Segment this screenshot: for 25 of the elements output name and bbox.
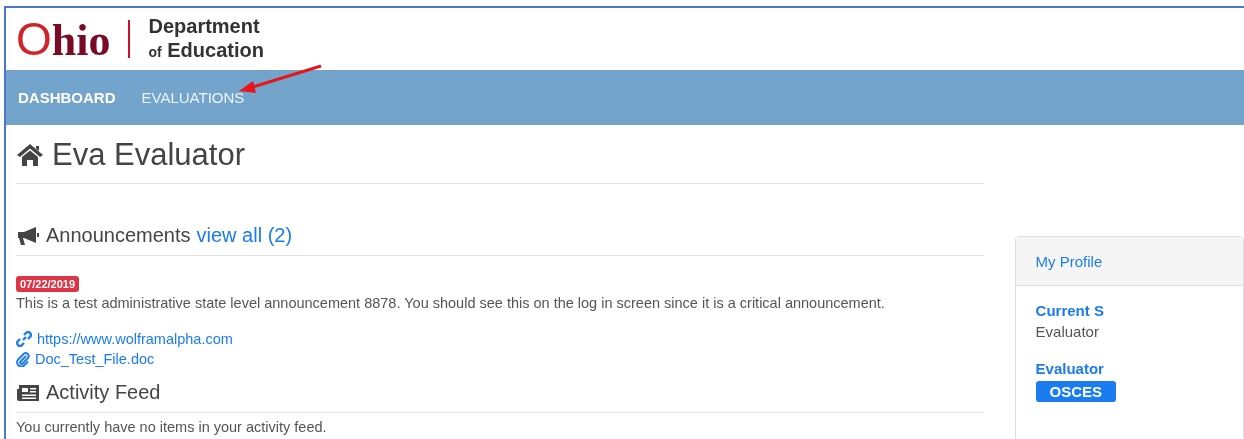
link-icon xyxy=(16,331,32,347)
logo-divider xyxy=(128,20,131,58)
newspaper-icon xyxy=(16,383,40,402)
announcements-heading: Announcements xyxy=(46,224,191,247)
field-value: Evaluator xyxy=(1035,323,1099,340)
nav-tab[interactable]: DASHBOARD xyxy=(18,83,128,112)
field-label: Evaluator xyxy=(1035,360,1104,377)
url-link[interactable]: https://www.wolframalpha.com xyxy=(37,331,233,347)
home-icon xyxy=(16,143,44,167)
paperclip-icon xyxy=(16,351,30,367)
card-header-link[interactable]: My Profile xyxy=(1035,252,1103,270)
type-badge: OSCES xyxy=(1035,381,1117,402)
ohio-logo: Ohio xyxy=(16,15,111,63)
date-badge: 07/22/2019 xyxy=(16,276,80,292)
department-title: Department xyxy=(148,14,261,38)
page-title: Eva Evaluator xyxy=(52,137,245,173)
field-label: Current S xyxy=(1035,302,1104,319)
department-subtitle: of Education xyxy=(148,38,264,63)
empty-feed-message: You currently have no items in your activity feed. xyxy=(16,419,328,435)
announcement-text: This is a test administrative state level announcement 8878. You should see this on the log in screen since it is a critical announcement. xyxy=(16,295,886,311)
view-all-link[interactable]: view all (2) xyxy=(196,224,293,247)
activity-feed-heading: Activity Feed xyxy=(46,381,161,404)
nav-tab[interactable]: EVALUATIONS xyxy=(141,83,257,112)
megaphone-icon xyxy=(16,225,40,246)
file-link[interactable]: Doc_Test_File.doc xyxy=(35,351,155,367)
